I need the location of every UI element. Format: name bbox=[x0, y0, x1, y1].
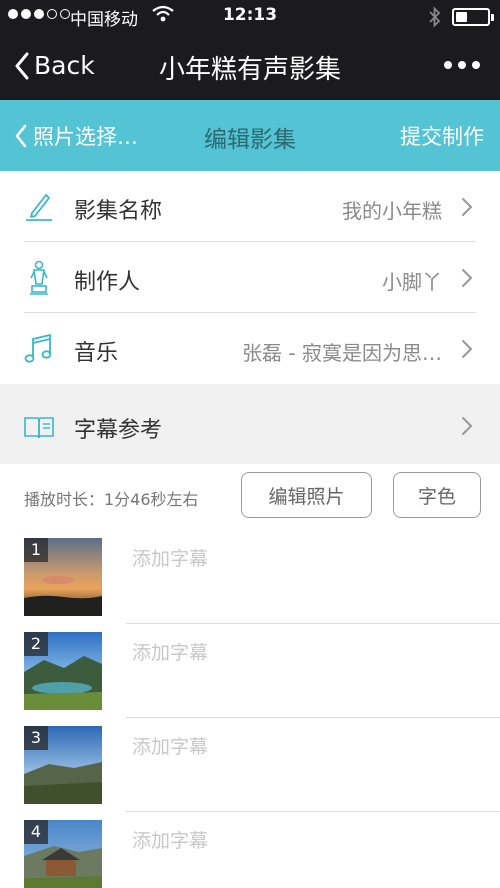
navigation-bar: Back 小年糕有声影集 bbox=[0, 33, 500, 100]
subtitle-reference-row[interactable]: 字幕参考 bbox=[0, 388, 500, 464]
duration-toolbar: 播放时长：1分46秒左右 编辑照片 字色 bbox=[0, 464, 500, 530]
editor-header: 照片选择… 编辑影集 提交制作 bbox=[0, 100, 500, 171]
photo-thumbnail[interactable]: 2 bbox=[24, 632, 102, 710]
photo-number: 2 bbox=[24, 632, 48, 656]
list-item[interactable]: 1 添加字幕 bbox=[0, 530, 500, 624]
chevron-right-icon bbox=[462, 198, 472, 216]
photo-number: 3 bbox=[24, 726, 48, 750]
subtitle-reference-label: 字幕参考 bbox=[74, 418, 163, 443]
edit-photos-button[interactable]: 编辑照片 bbox=[241, 472, 372, 518]
chevron-right-icon bbox=[462, 417, 472, 435]
music-value: 张磊 - 寂寞是因为思… bbox=[242, 341, 442, 365]
album-settings: 影集名称 我的小年糕 制作人 小脚丫 音乐 张磊 - 寂寞是因为思… bbox=[0, 171, 500, 384]
page-title: 小年糕有声影集 bbox=[158, 55, 341, 85]
music-note-icon bbox=[24, 333, 52, 363]
pen-icon bbox=[26, 194, 52, 221]
creator-row[interactable]: 制作人 小脚丫 bbox=[0, 242, 500, 313]
battery-icon bbox=[452, 8, 494, 26]
list-item[interactable]: 4 添加字幕 bbox=[0, 812, 500, 888]
music-label: 音乐 bbox=[74, 341, 119, 366]
list-item[interactable]: 3 添加字幕 bbox=[0, 718, 500, 812]
photo-thumbnail[interactable]: 3 bbox=[24, 726, 102, 804]
more-options-button[interactable] bbox=[444, 61, 480, 69]
list-item[interactable]: 2 添加字幕 bbox=[0, 624, 500, 718]
music-row[interactable]: 音乐 张磊 - 寂寞是因为思… bbox=[0, 313, 500, 384]
caption-placeholder[interactable]: 添加字幕 bbox=[132, 732, 208, 759]
photo-thumbnail[interactable]: 4 bbox=[24, 820, 102, 888]
play-duration: 播放时长：1分46秒左右 bbox=[24, 490, 199, 509]
chevron-right-icon bbox=[462, 269, 472, 287]
album-name-row[interactable]: 影集名称 我的小年糕 bbox=[0, 171, 500, 242]
caption-placeholder[interactable]: 添加字幕 bbox=[132, 544, 208, 571]
font-color-button[interactable]: 字色 bbox=[393, 472, 481, 518]
bluetooth-icon bbox=[428, 6, 442, 33]
oscar-statue-icon bbox=[30, 260, 48, 295]
submit-button[interactable]: 提交制作 bbox=[400, 121, 484, 151]
caption-placeholder[interactable]: 添加字幕 bbox=[132, 826, 208, 853]
chevron-right-icon bbox=[462, 340, 472, 358]
album-name-label: 影集名称 bbox=[74, 199, 163, 224]
photo-list: 1 添加字幕 2 添加字幕 3 添加字幕 4 添加字幕 bbox=[0, 530, 500, 888]
album-name-value: 我的小年糕 bbox=[342, 199, 442, 223]
status-bar: 中国移动 12:13 bbox=[0, 0, 500, 33]
photo-number: 1 bbox=[24, 538, 48, 562]
creator-label: 制作人 bbox=[74, 270, 141, 295]
creator-value: 小脚丫 bbox=[382, 270, 442, 294]
book-icon bbox=[24, 417, 54, 439]
photo-thumbnail[interactable]: 1 bbox=[24, 538, 102, 616]
clock: 12:13 bbox=[222, 5, 278, 25]
caption-placeholder[interactable]: 添加字幕 bbox=[132, 638, 208, 665]
photo-number: 4 bbox=[24, 820, 48, 844]
